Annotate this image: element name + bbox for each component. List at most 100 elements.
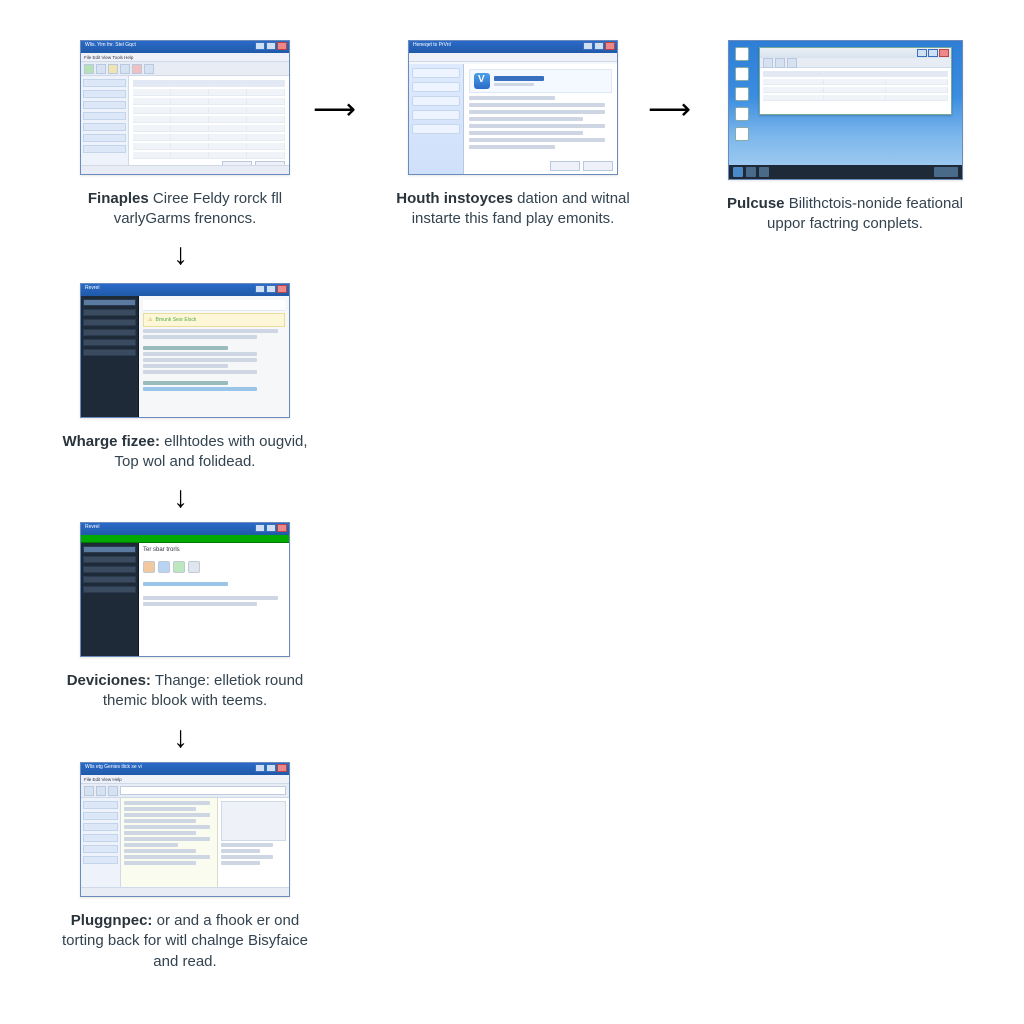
- desktop-icon[interactable]: [735, 127, 749, 141]
- tree-item[interactable]: [83, 834, 118, 842]
- maximize-icon[interactable]: [594, 42, 604, 50]
- sidebar-item[interactable]: [83, 309, 136, 316]
- list-item[interactable]: [124, 849, 196, 853]
- app-icon[interactable]: [143, 561, 155, 573]
- desktop-icon[interactable]: [735, 47, 749, 61]
- desktop-icon[interactable]: [735, 67, 749, 81]
- list-item[interactable]: [124, 831, 196, 835]
- list-item[interactable]: [124, 819, 196, 823]
- close-icon[interactable]: [277, 764, 287, 772]
- sidebar-item[interactable]: [83, 101, 126, 109]
- tree-item[interactable]: [83, 845, 118, 853]
- tree-item[interactable]: [83, 801, 118, 809]
- sidebar-item-active[interactable]: [83, 546, 136, 553]
- wizard-step[interactable]: [412, 124, 460, 134]
- tool-icon[interactable]: [144, 64, 154, 74]
- tool-icon[interactable]: [84, 64, 94, 74]
- sidebar-item[interactable]: [83, 566, 136, 573]
- minimize-icon[interactable]: [583, 42, 593, 50]
- task-icon[interactable]: [759, 167, 769, 177]
- table-row[interactable]: [133, 125, 285, 132]
- table-row[interactable]: [763, 79, 948, 85]
- sidebar-item[interactable]: [83, 349, 136, 356]
- next-button[interactable]: [550, 161, 580, 171]
- table-row[interactable]: [133, 152, 285, 159]
- tool-icon[interactable]: [787, 58, 797, 68]
- sidebar-item[interactable]: [83, 339, 136, 346]
- task-icon[interactable]: [746, 167, 756, 177]
- list-item[interactable]: [124, 801, 210, 805]
- close-icon[interactable]: [605, 42, 615, 50]
- table-row[interactable]: [133, 134, 285, 141]
- minimize-icon[interactable]: [255, 764, 265, 772]
- link-line[interactable]: [143, 387, 257, 391]
- start-icon[interactable]: [733, 167, 743, 177]
- tool-icon[interactable]: [108, 64, 118, 74]
- table-row[interactable]: [133, 89, 285, 96]
- sidebar-item[interactable]: [83, 319, 136, 326]
- table-row[interactable]: [133, 98, 285, 105]
- list-item[interactable]: [124, 837, 210, 841]
- table-row[interactable]: [763, 87, 948, 93]
- list-item[interactable]: [124, 861, 196, 865]
- sidebar-item[interactable]: [83, 79, 126, 87]
- sidebar-item[interactable]: [83, 134, 126, 142]
- minimize-icon[interactable]: [255, 524, 265, 532]
- tool-icon[interactable]: [108, 786, 118, 796]
- close-icon[interactable]: [277, 42, 287, 50]
- list-item[interactable]: [124, 807, 196, 811]
- sidebar-item[interactable]: [83, 556, 136, 563]
- wizard-step[interactable]: [412, 110, 460, 120]
- wizard-step[interactable]: [412, 96, 460, 106]
- tool-icon[interactable]: [96, 64, 106, 74]
- close-icon[interactable]: [939, 49, 949, 57]
- close-icon[interactable]: [277, 524, 287, 532]
- table-row[interactable]: [133, 143, 285, 150]
- tool-icon[interactable]: [120, 64, 130, 74]
- app-icon[interactable]: [158, 561, 170, 573]
- link-line[interactable]: [143, 582, 228, 586]
- app-icon[interactable]: [173, 561, 185, 573]
- list-item[interactable]: [124, 855, 210, 859]
- desktop-icon[interactable]: [735, 107, 749, 121]
- maximize-icon[interactable]: [266, 524, 276, 532]
- sidebar-item[interactable]: [83, 90, 126, 98]
- minimize-icon[interactable]: [255, 42, 265, 50]
- table-row[interactable]: [133, 116, 285, 123]
- cancel-button[interactable]: [583, 161, 613, 171]
- sidebar-item[interactable]: [83, 123, 126, 131]
- address-bar[interactable]: [120, 786, 286, 795]
- maximize-icon[interactable]: [266, 285, 276, 293]
- tool-icon[interactable]: [132, 64, 142, 74]
- close-icon[interactable]: [277, 285, 287, 293]
- list-item[interactable]: [124, 825, 210, 829]
- maximize-icon[interactable]: [266, 42, 276, 50]
- wizard-step[interactable]: [412, 68, 460, 78]
- table-row[interactable]: [763, 95, 948, 101]
- sidebar-item[interactable]: [83, 145, 126, 153]
- wizard-step[interactable]: [412, 82, 460, 92]
- sidebar-item-active[interactable]: [83, 299, 136, 306]
- list-item[interactable]: [124, 843, 178, 847]
- sidebar-item[interactable]: [83, 329, 136, 336]
- text-line: [143, 370, 257, 374]
- sidebar-item[interactable]: [83, 586, 136, 593]
- sidebar-item[interactable]: [83, 576, 136, 583]
- tool-icon[interactable]: [763, 58, 773, 68]
- tool-icon[interactable]: [775, 58, 785, 68]
- maximize-icon[interactable]: [266, 764, 276, 772]
- table-row[interactable]: [133, 107, 285, 114]
- tree-item[interactable]: [83, 856, 118, 864]
- minimize-icon[interactable]: [255, 285, 265, 293]
- desktop-icon[interactable]: [735, 87, 749, 101]
- minimize-icon[interactable]: [917, 49, 927, 57]
- list-item[interactable]: [124, 813, 210, 817]
- tray-icon[interactable]: [934, 167, 958, 177]
- maximize-icon[interactable]: [928, 49, 938, 57]
- tool-icon[interactable]: [96, 786, 106, 796]
- tree-item[interactable]: [83, 812, 118, 820]
- sidebar-item[interactable]: [83, 112, 126, 120]
- app-icon[interactable]: [188, 561, 200, 573]
- tool-icon[interactable]: [84, 786, 94, 796]
- tree-item[interactable]: [83, 823, 118, 831]
